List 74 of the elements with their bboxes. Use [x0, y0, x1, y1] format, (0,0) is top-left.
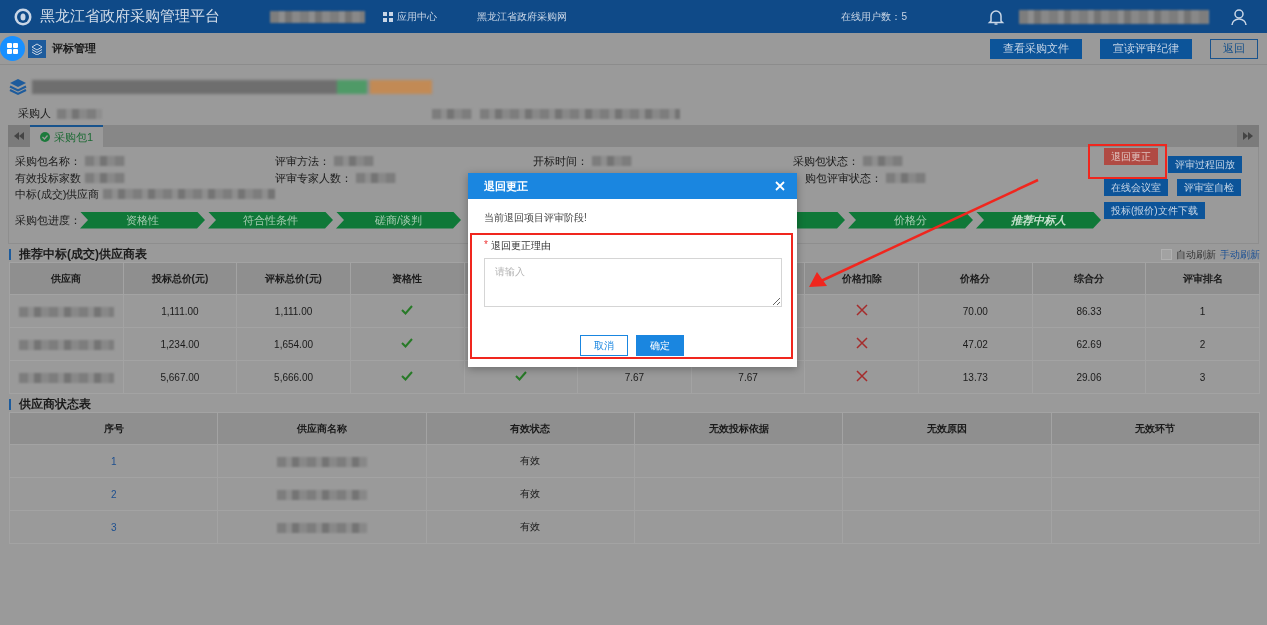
- online-users-count: 在线用户数：5: [841, 9, 907, 24]
- action-button[interactable]: 投标(报价)文件下载: [1104, 202, 1205, 219]
- column-header: 价格扣除: [804, 262, 919, 295]
- dialog-title: 退回更正: [484, 178, 528, 194]
- cancel-button[interactable]: 取消: [579, 335, 628, 356]
- field-label: 评审方法：: [275, 154, 330, 169]
- refresh-link[interactable]: 手动刷新: [1220, 247, 1260, 262]
- column-header: 价格分: [918, 262, 1033, 295]
- table-cell: 有效: [426, 444, 635, 478]
- table-cell: 1,654.00: [236, 327, 351, 361]
- checkbox-label: 自动刷新: [1176, 247, 1216, 262]
- table-cell: 1: [1145, 294, 1260, 328]
- page-title: 评标管理: [52, 41, 96, 56]
- table-cell: 1: [9, 444, 218, 478]
- field-label: 有效投标家数: [15, 170, 81, 186]
- action-button[interactable]: 评审室自检: [1177, 179, 1241, 196]
- section-title: 推荐中标(成交)供应商表: [19, 246, 147, 263]
- reason-field[interactable]: 请输入: [484, 258, 782, 307]
- action-button[interactable]: 在线会议室: [1104, 179, 1168, 196]
- column-header: 供应商: [9, 262, 124, 295]
- table-cell: 47.02: [918, 327, 1033, 361]
- field-label: 开标时间：: [533, 154, 588, 169]
- column-header: 序号: [9, 412, 218, 445]
- column-header: 资格性: [350, 262, 464, 295]
- table-cell: 2: [1145, 327, 1260, 361]
- table-cell: 86.33: [1032, 294, 1146, 328]
- table-cell: 5,666.00: [236, 360, 351, 394]
- table-cell: 有效: [426, 510, 635, 544]
- table-cell: 3: [1145, 360, 1260, 394]
- required-mark: *: [484, 239, 488, 252]
- field-label: 购包评审状态：: [805, 170, 882, 186]
- field-label: 评审专家人数：: [275, 170, 352, 186]
- action-button[interactable]: 评审过程回放: [1168, 156, 1242, 173]
- column-header: 供应商名称: [217, 412, 427, 445]
- field-label: 采购人: [18, 105, 51, 121]
- field-label: 采购包进度：: [15, 212, 80, 228]
- table-cell: 2: [9, 477, 218, 511]
- app-title: 黑龙江省政府采购管理平台: [40, 7, 221, 26]
- dialog-message: 当前退回项目评审阶段!: [484, 212, 587, 223]
- table-cell: 62.69: [1032, 327, 1146, 361]
- table-cell: 5,667.00: [123, 360, 237, 394]
- table-cell: 3: [9, 510, 218, 544]
- field-label: 采购包状态：: [793, 154, 859, 169]
- field-label: 采购包名称：: [15, 154, 81, 169]
- table-cell: 1,111.00: [123, 294, 237, 328]
- table-cell: 有效: [426, 477, 635, 511]
- column-header: 综合分: [1032, 262, 1146, 295]
- column-header: 无效原因: [842, 412, 1052, 445]
- table-cell: 1,111.00: [236, 294, 351, 328]
- table-cell: 13.73: [918, 360, 1033, 394]
- table-cell: 29.06: [1032, 360, 1146, 394]
- back-button[interactable]: 返回: [1210, 38, 1258, 59]
- action-button[interactable]: 退回更正: [1104, 148, 1158, 165]
- progress-step: 磋商/谈判: [336, 211, 461, 229]
- progress-step: 符合性条件: [208, 211, 333, 229]
- nav-link[interactable]: 应用中心: [397, 9, 437, 24]
- field-label: 退回更正理由: [490, 239, 551, 253]
- column-header: 评标总价(元): [236, 262, 351, 295]
- column-header: 无效环节: [1051, 412, 1260, 445]
- column-header: 有效状态: [426, 412, 635, 445]
- progress-step: 推荐中标人: [976, 211, 1101, 229]
- confirm-button[interactable]: 确定: [635, 335, 684, 356]
- nav-link[interactable]: 黑龙江省政府采购网: [477, 9, 567, 24]
- column-header: 评审排名: [1145, 262, 1260, 295]
- table-cell: 1,234.00: [123, 327, 237, 361]
- section-title: 供应商状态表: [19, 396, 91, 413]
- progress-step: 资格性: [80, 211, 205, 229]
- table-cell: 70.00: [918, 294, 1033, 328]
- progress-step: 价格分: [848, 211, 973, 229]
- column-header: 投标总价(元): [123, 262, 237, 295]
- column-header: 无效投标依据: [634, 412, 843, 445]
- header-button[interactable]: 查看采购文件: [990, 38, 1082, 59]
- header-button[interactable]: 宣读评审纪律: [1100, 38, 1192, 59]
- field-label: 中标(成交)供应商: [15, 187, 100, 202]
